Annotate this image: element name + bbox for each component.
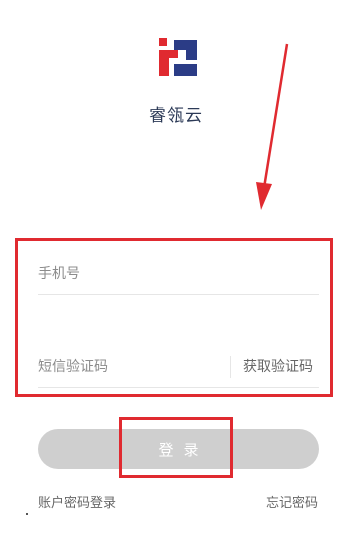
sms-divider (230, 356, 231, 378)
annotation-arrow (256, 43, 289, 210)
phone-input[interactable] (38, 254, 319, 294)
account-password-login-link[interactable]: 账户密码登录 (38, 492, 116, 511)
sms-code-field: 获取验证码 (38, 347, 319, 388)
phone-field (38, 254, 319, 295)
get-code-button[interactable]: 获取验证码 (243, 347, 313, 387)
stray-dot (26, 513, 28, 515)
app-logo (159, 38, 197, 76)
sms-code-input[interactable] (38, 347, 223, 387)
logo-red-square (159, 38, 167, 46)
forgot-password-link[interactable]: 忘记密码 (266, 492, 318, 511)
logo-blue-bottom (174, 64, 197, 76)
login-button[interactable]: 登录 (38, 429, 319, 469)
